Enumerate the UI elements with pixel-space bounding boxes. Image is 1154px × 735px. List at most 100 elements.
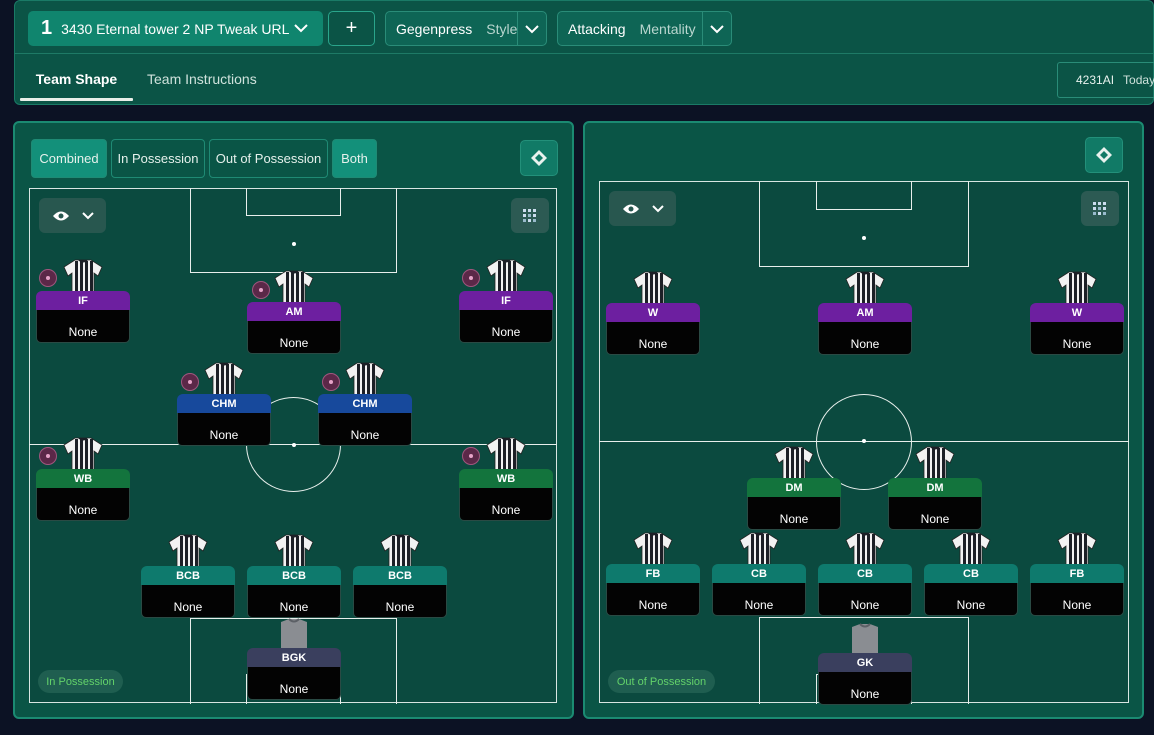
shirt-icon — [485, 259, 527, 296]
player-slot[interactable]: FB None — [606, 532, 700, 622]
player-role: GK — [818, 653, 912, 673]
player-slot[interactable]: W None — [606, 271, 700, 361]
player-duty: None — [141, 585, 235, 618]
player-duty: None — [459, 488, 553, 521]
player-role: AM — [247, 302, 341, 322]
shirt-icon — [950, 532, 992, 569]
player-role: CHM — [177, 394, 271, 414]
tactic-selector[interactable]: 1 3430 Eternal tower 2 NP Tweak URL — [28, 11, 323, 46]
swap-view-button[interactable] — [520, 140, 558, 176]
player-slot[interactable]: CB None — [818, 532, 912, 622]
shirt-icon — [485, 437, 527, 474]
centre-spot — [862, 439, 866, 443]
player-duty: None — [459, 310, 553, 343]
shirt-icon — [738, 532, 780, 569]
grid-view-button[interactable] — [511, 198, 549, 233]
player-slot[interactable]: W None — [1030, 271, 1124, 361]
player-role: AM — [818, 303, 912, 323]
shirt-icon — [1056, 532, 1098, 569]
visibility-toggle[interactable] — [39, 198, 106, 233]
shirt-icon — [1056, 271, 1098, 308]
shirt-icon — [379, 534, 421, 571]
player-instruction-icon[interactable] — [39, 269, 57, 287]
player-role: CHM — [318, 394, 412, 414]
player-slot[interactable]: CB None — [924, 532, 1018, 622]
player-instruction-icon[interactable] — [252, 281, 270, 299]
player-role: WB — [36, 469, 130, 489]
player-duty: None — [1030, 322, 1124, 355]
player-slot[interactable]: BGK None — [247, 616, 341, 706]
phase-badge: Out of Possession — [608, 670, 715, 693]
segment-combined[interactable]: Combined — [31, 139, 107, 178]
player-duty: None — [1030, 583, 1124, 616]
tab-team-instructions[interactable]: Team Instructions — [147, 56, 257, 102]
player-role: WB — [459, 469, 553, 489]
player-duty: None — [606, 583, 700, 616]
style-value: Gegenpress — [396, 20, 473, 37]
segment-both[interactable]: Both — [332, 139, 377, 178]
shirt-icon — [773, 446, 815, 483]
visibility-toggle[interactable] — [609, 191, 676, 226]
chevron-down-icon — [651, 204, 664, 212]
shirt-icon — [632, 532, 674, 569]
player-role: BCB — [353, 566, 447, 586]
player-instruction-icon[interactable] — [39, 447, 57, 465]
header-divider — [14, 53, 1154, 54]
player-slot[interactable]: AM None — [818, 271, 912, 361]
style-dropdown[interactable]: Gegenpress Style — [385, 11, 547, 46]
player-duty: None — [36, 488, 130, 521]
swap-view-button[interactable] — [1085, 137, 1123, 173]
chevron-down-icon — [81, 211, 94, 219]
player-role: BCB — [141, 566, 235, 586]
player-duty: None — [247, 667, 341, 700]
eye-icon — [52, 211, 69, 220]
player-slot[interactable]: GK None — [818, 621, 912, 711]
player-instruction-icon[interactable] — [462, 269, 480, 287]
eye-icon — [622, 204, 639, 213]
player-slot[interactable]: BCB None — [353, 534, 447, 624]
player-duty: None — [818, 672, 912, 705]
grid-icon — [1093, 201, 1106, 215]
shirt-icon — [203, 362, 245, 399]
tab-team-shape[interactable]: Team Shape — [20, 56, 133, 102]
tactic-name: 3430 Eternal tower 2 NP Tweak URL — [61, 20, 290, 37]
add-tactic-button[interactable]: + — [328, 11, 375, 46]
active-tab-indicator — [20, 98, 133, 101]
player-duty: None — [888, 497, 982, 530]
player-slot[interactable]: DM None — [747, 446, 841, 536]
shirt-icon — [167, 534, 209, 571]
player-role: W — [606, 303, 700, 323]
player-instruction-icon[interactable] — [322, 373, 340, 391]
player-slot[interactable]: CB None — [712, 532, 806, 622]
grid-view-button[interactable] — [1081, 191, 1119, 226]
player-instruction-icon[interactable] — [181, 373, 199, 391]
formation-code: 4231AI — [1076, 73, 1115, 87]
segment-in-possession[interactable]: In Possession — [111, 139, 205, 178]
player-role: FB — [1030, 564, 1124, 584]
shirt-icon — [62, 259, 104, 296]
shirt-icon — [914, 446, 956, 483]
player-slot[interactable]: BCB None — [247, 534, 341, 624]
player-duty: None — [318, 413, 412, 446]
player-slot[interactable]: DM None — [888, 446, 982, 536]
player-duty: None — [247, 585, 341, 618]
player-role: IF — [459, 291, 553, 311]
player-role: W — [1030, 303, 1124, 323]
shirt-icon — [273, 270, 315, 307]
player-slot[interactable]: FB None — [1030, 532, 1124, 622]
player-role: BGK — [247, 648, 341, 668]
mentality-label: Mentality — [639, 20, 696, 37]
mentality-dropdown[interactable]: Attacking Mentality — [557, 11, 732, 46]
diamond-icon — [1096, 147, 1112, 163]
penalty-spot-top — [292, 242, 296, 246]
shirt-icon — [632, 271, 674, 308]
tactic-familiarity-box[interactable]: 4231AI Today — [1057, 62, 1154, 98]
player-role: IF — [36, 291, 130, 311]
player-role: DM — [888, 478, 982, 498]
segment-out-of-possession[interactable]: Out of Possession — [209, 139, 328, 178]
player-instruction-icon[interactable] — [462, 447, 480, 465]
player-slot[interactable]: BCB None — [141, 534, 235, 624]
player-role: BCB — [247, 566, 341, 586]
centre-spot — [292, 443, 296, 447]
player-duty: None — [353, 585, 447, 618]
